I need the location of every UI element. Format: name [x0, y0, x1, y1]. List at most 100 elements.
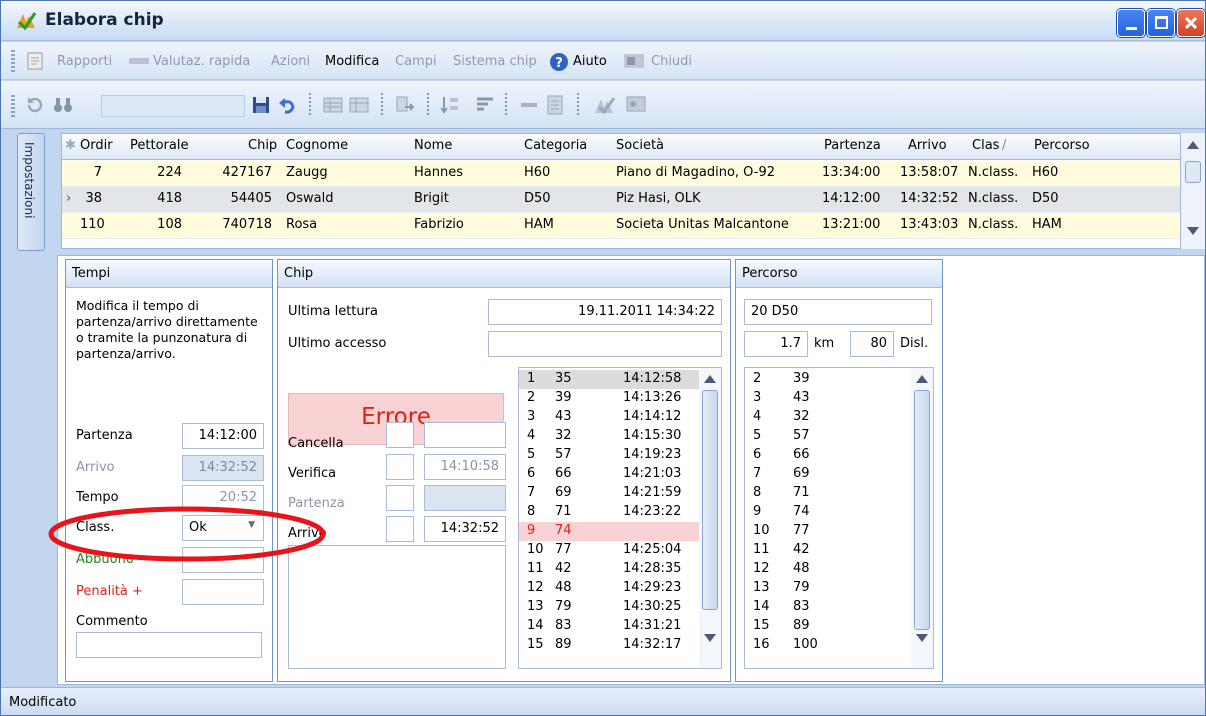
chip-panel: Chip Ultima lettura 19.11.2011 14:34:22 …: [277, 259, 731, 682]
table-icon[interactable]: [323, 95, 343, 115]
chip-partenza-code[interactable]: [386, 485, 414, 511]
menu-campi[interactable]: Campi: [395, 54, 437, 69]
punch-row[interactable]: 11 42 14:28:35: [519, 560, 699, 579]
punch-row[interactable]: 13 79 14:30:25: [519, 598, 699, 617]
col-arrivo[interactable]: Arrivo: [908, 138, 947, 153]
punch-row[interactable]: 5 57 14:19:23: [519, 446, 699, 465]
punch-time: 14:28:35: [623, 561, 682, 576]
cancella-code[interactable]: [386, 422, 414, 448]
table-edit-icon[interactable]: [349, 95, 369, 115]
commento-input[interactable]: [76, 632, 262, 658]
control-row[interactable]: 10 77: [745, 522, 909, 541]
punch-row[interactable]: 8 71 14:23:22: [519, 503, 699, 522]
filter-icon[interactable]: [475, 95, 495, 115]
punch-list-scrollbar[interactable]: [699, 368, 721, 668]
control-list[interactable]: 2 39 3 43 4 32 5 57 6 66 7 69 8 71 9 74 10 77 11 42 12 48 13 79…: [744, 367, 934, 669]
card-icon[interactable]: [623, 95, 649, 115]
cancella-time[interactable]: [424, 422, 506, 448]
col-cognome[interactable]: Cognome: [286, 138, 348, 153]
control-row[interactable]: 16 100: [745, 636, 909, 655]
penalita-input[interactable]: [182, 579, 264, 605]
binoculars-icon[interactable]: [53, 95, 73, 115]
table-row[interactable]: 110 108 740718 Rosa Fabrizio HAM Societa Unita…: [62, 213, 1180, 239]
punch-list[interactable]: 1 35 14:12:58 2 39 14:13:26 3 43 14:14:12 4 32 14:1…: [518, 367, 722, 669]
punch-number: 4: [527, 428, 536, 443]
verifica-time[interactable]: 14:10:58: [424, 454, 506, 480]
col-pettorale[interactable]: Pettorale: [130, 138, 188, 153]
menu-rapporti[interactable]: Rapporti: [57, 54, 112, 69]
col-nome[interactable]: Nome: [414, 138, 452, 153]
maximize-button[interactable]: [1147, 9, 1175, 37]
punch-row[interactable]: 3 43 14:14:12: [519, 408, 699, 427]
grid-scrollbar[interactable]: [1181, 133, 1205, 249]
punch-row[interactable]: 6 66 14:21:03: [519, 465, 699, 484]
verifica-code[interactable]: [386, 454, 414, 480]
menu-modifica[interactable]: Modifica: [325, 54, 379, 69]
col-chip[interactable]: Chip: [248, 138, 277, 153]
table-row[interactable]: 7 224 427167 Zaugg Hannes H60 Piano di Magadin…: [62, 161, 1180, 187]
punch-row[interactable]: 2 39 14:13:26: [519, 389, 699, 408]
minus-icon[interactable]: [519, 95, 539, 115]
list-icon[interactable]: [545, 95, 565, 115]
menu-sistema-chip[interactable]: Sistema chip: [453, 54, 537, 69]
punch-row[interactable]: 15 89 14:32:17: [519, 636, 699, 655]
punch-row[interactable]: 10 77 14:25:04: [519, 541, 699, 560]
check-chip-icon[interactable]: [593, 95, 619, 115]
control-row[interactable]: 15 89: [745, 617, 909, 636]
col-clas[interactable]: Clas: [972, 138, 999, 153]
export-icon[interactable]: [395, 95, 415, 115]
menu-aiuto[interactable]: Aiuto: [573, 54, 607, 69]
scroll-thumb[interactable]: [1185, 161, 1201, 183]
col-societa[interactable]: Società: [616, 138, 664, 153]
control-list-thumb[interactable]: [914, 390, 930, 630]
control-list-scrollbar[interactable]: [911, 368, 933, 668]
punch-row[interactable]: 7 69 14:21:59: [519, 484, 699, 503]
undo-icon[interactable]: [277, 95, 297, 115]
col-partenza[interactable]: Partenza: [824, 138, 881, 153]
punch-row[interactable]: 4 32 14:15:30: [519, 427, 699, 446]
punch-row[interactable]: 14 83 14:31:21: [519, 617, 699, 636]
table-row[interactable]: › 38 418 54405 Oswald Brigit D50 Piz Hasi, OLK 1…: [62, 187, 1180, 213]
control-row[interactable]: 13 79: [745, 579, 909, 598]
scroll-down-icon[interactable]: [704, 634, 716, 642]
minimize-button[interactable]: [1117, 9, 1145, 37]
save-icon[interactable]: [251, 95, 271, 115]
settings-side-tab[interactable]: Impostazioni: [17, 133, 45, 251]
menu-azioni[interactable]: Azioni: [271, 54, 310, 69]
control-row[interactable]: 2 39: [745, 370, 909, 389]
col-percorso[interactable]: Percorso: [1034, 138, 1090, 153]
control-row[interactable]: 3 43: [745, 389, 909, 408]
chip-arrivo-code[interactable]: [386, 516, 414, 542]
col-ordir[interactable]: Ordir: [80, 138, 113, 153]
search-input[interactable]: [101, 95, 245, 117]
control-row[interactable]: 12 48: [745, 560, 909, 579]
scroll-down-icon[interactable]: [916, 634, 928, 642]
menu-chiudi[interactable]: Chiudi: [651, 54, 692, 69]
scroll-up-icon[interactable]: [704, 375, 716, 383]
control-number: 8: [753, 485, 762, 500]
punch-list-thumb[interactable]: [702, 390, 718, 610]
ultimo-accesso-value: [488, 331, 722, 357]
col-categoria[interactable]: Categoria: [524, 138, 587, 153]
scroll-up-icon[interactable]: [916, 375, 928, 383]
scroll-down-icon[interactable]: [1187, 227, 1199, 235]
punch-row[interactable]: 1 35 14:12:58: [519, 370, 699, 389]
control-row[interactable]: 5 57: [745, 427, 909, 446]
refresh-icon[interactable]: [25, 95, 45, 115]
punch-row[interactable]: 9 74: [519, 522, 699, 541]
chip-arrivo-time[interactable]: 14:32:52: [424, 516, 506, 542]
menu-valutaz-rapida[interactable]: Valutaz. rapida: [153, 54, 250, 69]
control-row[interactable]: 14 83: [745, 598, 909, 617]
table-cell-percorso: D50: [1032, 191, 1059, 206]
sort-icon[interactable]: [441, 95, 471, 115]
close-button[interactable]: [1177, 9, 1205, 37]
control-row[interactable]: 11 42: [745, 541, 909, 560]
control-row[interactable]: 7 69: [745, 465, 909, 484]
control-row[interactable]: 9 74: [745, 503, 909, 522]
scroll-up-icon[interactable]: [1187, 141, 1199, 149]
control-row[interactable]: 6 66: [745, 446, 909, 465]
partenza-time-input[interactable]: 14:12:00: [182, 423, 264, 449]
punch-row[interactable]: 12 48 14:29:23: [519, 579, 699, 598]
control-row[interactable]: 4 32: [745, 408, 909, 427]
control-row[interactable]: 8 71: [745, 484, 909, 503]
